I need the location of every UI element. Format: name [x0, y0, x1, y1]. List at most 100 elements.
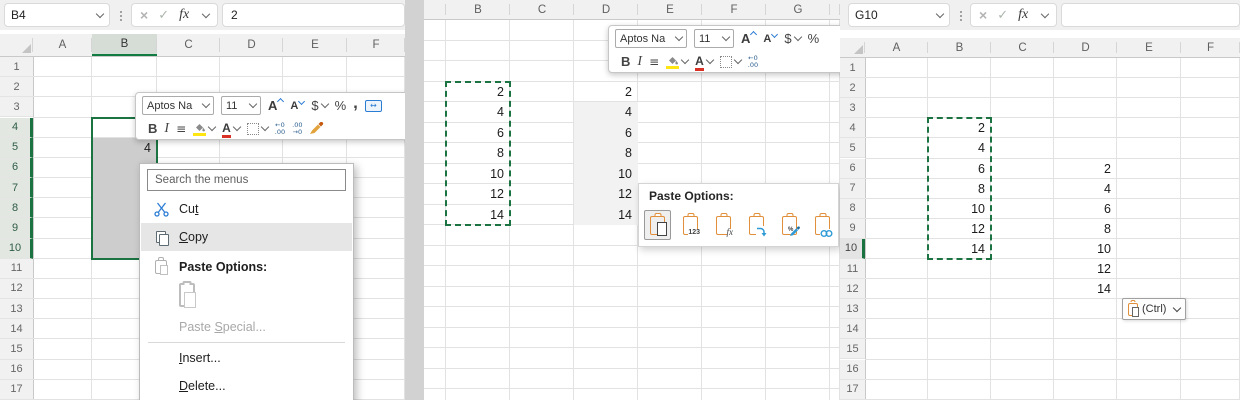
row-header-7[interactable]: 7: [0, 178, 33, 198]
row-header-10[interactable]: 10: [0, 239, 33, 259]
increase-font-size-icon[interactable]: A: [268, 98, 283, 113]
row-header-12[interactable]: 12: [840, 279, 865, 299]
cell-D6[interactable]: 2: [1054, 159, 1113, 179]
column-header-A[interactable]: A: [33, 34, 92, 56]
row-header-16[interactable]: 16: [0, 360, 33, 380]
column-header-D[interactable]: D: [1054, 38, 1117, 57]
increase-decimal-icon[interactable]: .00→0: [292, 122, 302, 136]
row-header-3[interactable]: 3: [840, 98, 865, 118]
name-box[interactable]: G10: [848, 3, 950, 27]
row-header-8[interactable]: 8: [840, 199, 865, 219]
cell-D7[interactable]: 4: [1054, 179, 1113, 199]
row-header-5[interactable]: 5: [840, 138, 865, 158]
italic-icon[interactable]: I: [637, 54, 642, 70]
align-icon[interactable]: ≡: [176, 122, 186, 136]
column-header-C[interactable]: C: [157, 34, 220, 56]
row-header-11[interactable]: 11: [0, 259, 33, 279]
formula-input[interactable]: 2: [222, 3, 405, 27]
row-header-6[interactable]: 6: [0, 158, 33, 178]
row-header-13[interactable]: 13: [840, 299, 865, 319]
row-header-17[interactable]: 17: [0, 380, 33, 400]
column-header-E[interactable]: E: [283, 34, 347, 56]
cancel-icon[interactable]: ×: [979, 7, 987, 23]
fill-color-icon[interactable]: [193, 123, 215, 135]
percent-style-icon[interactable]: %: [808, 31, 820, 46]
cell-D10[interactable]: 10: [1054, 239, 1113, 259]
comma-style-icon[interactable]: ,: [353, 99, 358, 113]
font-name-select[interactable]: Aptos Na: [142, 96, 214, 115]
paste-option-values[interactable]: 123: [677, 210, 704, 240]
paste-option-formatting[interactable]: %: [776, 210, 803, 240]
paste-options-ctrl-button[interactable]: (Ctrl): [1122, 298, 1186, 320]
insert-function-icon[interactable]: fx: [1018, 7, 1028, 23]
column-header-D[interactable]: D: [220, 34, 283, 56]
row-header-5[interactable]: 5: [0, 138, 33, 158]
borders-icon[interactable]: [247, 123, 268, 135]
insert-function-icon[interactable]: fx: [179, 7, 189, 23]
row-header-12[interactable]: 12: [0, 279, 33, 299]
row-header-9[interactable]: 9: [0, 218, 33, 238]
menu-item-copy[interactable]: Copy: [141, 223, 352, 251]
format-painter-icon[interactable]: [309, 122, 324, 135]
row-header-10[interactable]: 10: [840, 239, 865, 259]
align-icon[interactable]: ≡: [649, 55, 659, 69]
select-all-corner[interactable]: [840, 38, 865, 57]
column-header-G[interactable]: G: [766, 0, 830, 19]
cell-D9[interactable]: 12: [574, 184, 634, 205]
menu-item-insert[interactable]: Insert...: [141, 344, 352, 372]
font-name-select[interactable]: Aptos Na: [615, 29, 687, 48]
font-color-icon[interactable]: A: [695, 53, 713, 70]
decrease-font-size-icon[interactable]: A: [763, 33, 777, 45]
row-header-6[interactable]: 6: [840, 159, 865, 179]
row-header-17[interactable]: 17: [840, 380, 865, 400]
decrease-decimal-icon[interactable]: ←0.00: [748, 55, 758, 69]
row-header-1[interactable]: 1: [0, 57, 33, 77]
column-header-B[interactable]: B: [928, 38, 991, 57]
merge-cells-icon[interactable]: ↔: [365, 100, 382, 112]
font-color-icon[interactable]: A: [222, 120, 240, 137]
cell-D8[interactable]: 6: [1054, 199, 1113, 219]
row-header-1[interactable]: 1: [840, 58, 865, 78]
column-header-C[interactable]: C: [991, 38, 1054, 57]
column-header-B[interactable]: B: [446, 0, 510, 19]
menu-search-input[interactable]: Search the menus: [147, 169, 346, 191]
cell-D4[interactable]: 2: [574, 82, 634, 103]
column-header-C[interactable]: C: [510, 0, 574, 19]
cell-D6[interactable]: 6: [574, 123, 634, 144]
select-all-corner[interactable]: [0, 34, 33, 56]
cell-D12[interactable]: 14: [1054, 279, 1113, 299]
row-header-8[interactable]: 8: [0, 198, 33, 218]
column-header-F[interactable]: F: [1181, 38, 1240, 57]
row-header-7[interactable]: 7: [840, 179, 865, 199]
drag-handle-icon[interactable]: [120, 11, 122, 13]
cancel-icon[interactable]: ×: [140, 7, 148, 23]
drag-handle-icon[interactable]: [960, 11, 962, 13]
font-size-select[interactable]: 11: [694, 29, 734, 48]
cell-D8[interactable]: 10: [574, 164, 634, 185]
column-header-A[interactable]: A: [865, 38, 928, 57]
row-header-11[interactable]: 11: [840, 259, 865, 279]
bold-icon[interactable]: B: [148, 121, 157, 136]
row-header-9[interactable]: 9: [840, 219, 865, 239]
accounting-format-icon[interactable]: $: [311, 98, 327, 113]
increase-font-size-icon[interactable]: A: [741, 31, 756, 46]
enter-icon[interactable]: ✓: [997, 8, 1008, 23]
borders-icon[interactable]: [720, 56, 741, 68]
paste-option-formulas[interactable]: fx: [710, 210, 737, 240]
column-header-D[interactable]: D: [574, 0, 638, 19]
accounting-format-icon[interactable]: $: [784, 31, 800, 46]
column-header-E[interactable]: E: [638, 0, 702, 19]
row-header-14[interactable]: 14: [840, 319, 865, 339]
decrease-font-size-icon[interactable]: A: [290, 100, 304, 112]
paste-option-link[interactable]: [809, 210, 836, 240]
cell-D7[interactable]: 8: [574, 143, 634, 164]
row-header-4[interactable]: 4: [840, 118, 865, 138]
column-header-B[interactable]: B: [92, 34, 157, 56]
formula-input[interactable]: [1061, 3, 1240, 27]
row-header-4[interactable]: 4: [0, 118, 33, 138]
row-header-13[interactable]: 13: [0, 299, 33, 319]
percent-style-icon[interactable]: %: [335, 98, 347, 113]
cell-D5[interactable]: 4: [574, 102, 634, 123]
enter-icon[interactable]: ✓: [158, 8, 169, 23]
column-header-F[interactable]: F: [702, 0, 766, 19]
